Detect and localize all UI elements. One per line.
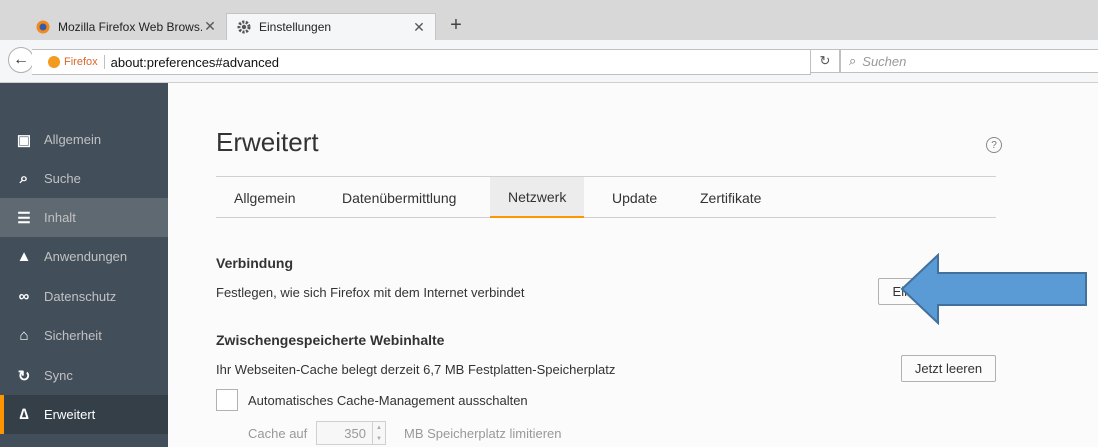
preferences-sidebar: ▣ Allgemein ⌕ Suche ☰ Inhalt ▲ Anwendung… <box>0 83 168 447</box>
tab-netzwerk[interactable]: Netzwerk <box>490 177 585 218</box>
sidebar-item-inhalt[interactable]: ☰ Inhalt <box>0 198 168 237</box>
reload-button[interactable]: ↻ <box>810 49 840 73</box>
general-icon: ▣ <box>16 131 32 149</box>
tab-strip: Mozilla Firefox Web Brows... ✕ Einstellu… <box>0 0 1098 40</box>
sidebar-item-label: Sync <box>44 368 73 383</box>
sidebar-item-anwendungen[interactable]: ▲ Anwendungen <box>0 237 168 276</box>
firefox-icon <box>48 56 60 68</box>
tab-update[interactable]: Update <box>594 177 675 218</box>
sidebar-item-datenschutz[interactable]: ∞ Datenschutz <box>0 277 168 316</box>
sidebar-item-suche[interactable]: ⌕ Suche <box>0 159 168 198</box>
sidebar-item-erweitert[interactable]: ∆ Erweitert <box>0 395 168 434</box>
sidebar-item-label: Inhalt <box>44 210 76 225</box>
tab-zertifikate[interactable]: Zertifikate <box>682 177 779 218</box>
privacy-mask-icon: ∞ <box>18 288 30 305</box>
page-title: Erweitert <box>216 127 319 157</box>
sidebar-item-allgemein[interactable]: ▣ Allgemein <box>0 120 168 159</box>
tab-allgemein[interactable]: Allgemein <box>216 177 313 218</box>
tab-einstellungen[interactable]: Einstellungen ✕ <box>226 13 436 40</box>
navigation-bar: ← Firefox about:preferences#advanced ↻ ⌕… <box>0 40 1098 83</box>
url-bar[interactable]: Firefox about:preferences#advanced <box>32 49 811 75</box>
connection-description: Festlegen, wie sich Firefox mit dem Inte… <box>216 285 525 300</box>
back-arrow-icon: ← <box>13 51 29 68</box>
help-icon[interactable]: ? <box>986 137 1002 153</box>
connection-heading: Verbindung <box>216 255 293 271</box>
sidebar-item-label: Sicherheit <box>44 328 102 343</box>
tab-datenuebermittlung[interactable]: Datenübermittlung <box>324 177 474 218</box>
cache-size-value: 350 <box>344 425 366 441</box>
sidebar-item-label: Erweitert <box>44 407 96 422</box>
clear-cache-button[interactable]: Jetzt leeren <box>901 355 996 382</box>
sidebar-item-sync[interactable]: ↻ Sync <box>0 356 168 395</box>
search-icon: ⌕ <box>849 53 857 68</box>
tab-title: Mozilla Firefox Web Brows... <box>58 19 202 34</box>
gear-icon <box>237 20 251 34</box>
firefox-icon <box>36 20 50 34</box>
reload-icon: ↻ <box>819 53 831 68</box>
annotation-arrow-icon <box>900 253 1087 325</box>
sidebar-item-label: Datenschutz <box>44 289 117 304</box>
identity-box[interactable]: Firefox <box>32 55 105 69</box>
sidebar-item-label: Anwendungen <box>44 249 128 264</box>
content-icon: ☰ <box>17 209 31 227</box>
cache-heading: Zwischengespeicherte Webinhalte <box>216 332 445 348</box>
cache-management-label: Automatisches Cache-Management ausschalt… <box>248 393 528 408</box>
applications-icon: ▲ <box>16 248 32 265</box>
cache-management-checkbox[interactable] <box>216 389 238 411</box>
search-placeholder: Suchen <box>862 53 907 69</box>
new-tab-button[interactable]: + <box>444 14 468 37</box>
tab-firefox-web-browser[interactable]: Mozilla Firefox Web Brows... ✕ <box>26 13 226 40</box>
cache-size-field[interactable]: 350 ▲ ▼ <box>316 421 386 445</box>
sidebar-item-label: Suche <box>44 171 81 186</box>
tab-title: Einstellungen <box>259 20 332 34</box>
sidebar-item-label: Allgemein <box>44 132 102 147</box>
cache-limit-label: Cache auf <box>248 426 308 441</box>
cache-description: Ihr Webseiten-Cache belegt derzeit 6,7 M… <box>216 362 616 377</box>
cache-limit-unit: MB Speicherplatz limitieren <box>404 426 562 441</box>
close-tab-icon[interactable]: ✕ <box>411 19 427 36</box>
sync-icon: ↻ <box>17 367 31 385</box>
identity-label: Firefox <box>64 56 98 68</box>
lock-icon: ⌂ <box>19 327 29 344</box>
sidebar-item-sicherheit[interactable]: ⌂ Sicherheit <box>0 316 168 355</box>
close-tab-icon[interactable]: ✕ <box>202 18 218 35</box>
spinner-arrows-icon[interactable]: ▲ ▼ <box>372 422 385 444</box>
search-input[interactable]: ⌕ Suchen <box>840 49 1098 73</box>
advanced-wizard-icon: ∆ <box>19 406 29 423</box>
url-text[interactable]: about:preferences#advanced <box>105 55 279 70</box>
search-icon: ⌕ <box>19 170 29 187</box>
back-button[interactable]: ← <box>8 47 34 73</box>
advanced-subtabs: Allgemein Datenübermittlung Netzwerk Upd… <box>216 176 996 218</box>
